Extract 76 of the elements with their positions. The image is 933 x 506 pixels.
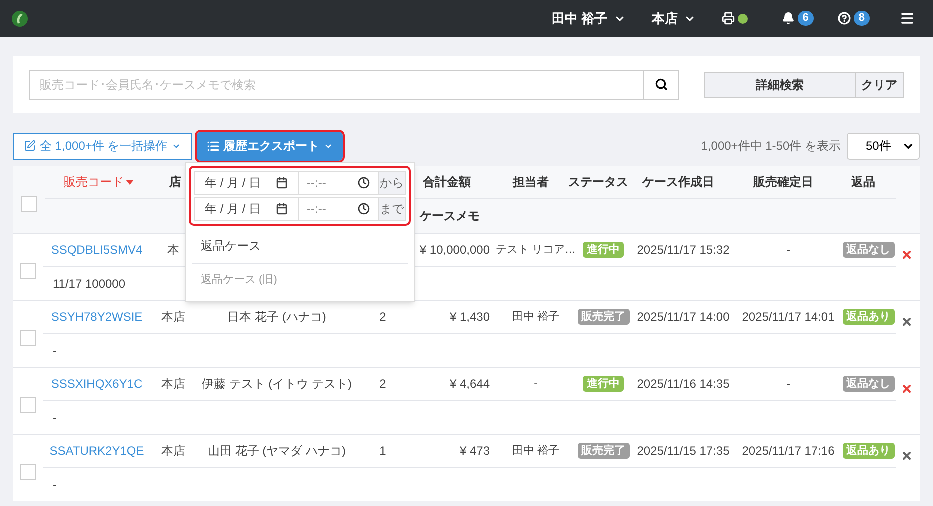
return-badge: 返品あり bbox=[842, 443, 894, 459]
confirmed-date-cell-text: - bbox=[786, 376, 792, 393]
row-checkbox[interactable] bbox=[20, 397, 36, 413]
customer-cell-text: 日本 花子 (ハナコ) bbox=[226, 309, 328, 326]
memo-cell-text: - bbox=[53, 476, 57, 494]
clear-button[interactable]: クリア bbox=[856, 72, 904, 98]
confirmed-date-cell-text: 2025/11/17 14:01 bbox=[741, 309, 836, 326]
amount-cell-text: ¥ 10,000,000 bbox=[418, 242, 491, 259]
status-badge: 進行中 bbox=[583, 242, 624, 258]
status-badge: 販売完了 bbox=[578, 443, 630, 459]
return-badge: 返品なし bbox=[842, 242, 894, 258]
column-header[interactable]: 店 bbox=[170, 173, 182, 191]
printer-icon[interactable] bbox=[722, 12, 735, 25]
column-header[interactable]: 販売確定日 bbox=[754, 173, 814, 191]
quantity-cell-text: 2 bbox=[378, 309, 388, 326]
paging-info: 1,000+件中 1-50件 を表示 bbox=[701, 138, 841, 155]
status-badge: 販売完了 bbox=[578, 309, 630, 325]
column-header[interactable]: 担当者 bbox=[513, 173, 549, 191]
notification-count: 6 bbox=[798, 11, 814, 26]
row-checkbox[interactable] bbox=[20, 330, 36, 346]
staff-cell-text: テスト リコア… bbox=[496, 242, 576, 258]
notification-icon[interactable] bbox=[782, 12, 795, 25]
created-date-cell-text: 2025/11/16 14:35 bbox=[636, 376, 731, 393]
column-header[interactable]: 合計金額 bbox=[423, 173, 471, 191]
list-icon bbox=[206, 140, 220, 152]
page-size-select[interactable]: 50件 bbox=[847, 132, 920, 160]
delete-icon[interactable] bbox=[901, 249, 913, 261]
store-cell-text: 本店 bbox=[160, 309, 186, 326]
search-button[interactable] bbox=[644, 70, 679, 100]
select-all-checkbox[interactable] bbox=[21, 196, 37, 212]
staff-cell-text: 田中 裕子 bbox=[511, 310, 561, 325]
return-badge: 返品なし bbox=[842, 376, 894, 392]
delete-icon[interactable] bbox=[901, 316, 913, 328]
advanced-search-button[interactable]: 詳細検索 bbox=[704, 72, 856, 98]
store-cell-text: 本店 bbox=[160, 443, 186, 460]
memo-cell-text: 11/17 100000 bbox=[53, 276, 126, 292]
confirmed-date-cell-text: 2025/11/17 17:16 bbox=[741, 443, 836, 460]
confirmed-date-cell-text: - bbox=[786, 242, 792, 259]
store-cell-text: 本店 bbox=[160, 376, 186, 393]
created-date-cell-text: 2025/11/15 17:35 bbox=[636, 443, 731, 460]
help-count: 8 bbox=[854, 11, 870, 26]
column-header[interactable]: ステータス bbox=[568, 173, 628, 191]
created-date-cell-text: 2025/11/17 15:32 bbox=[636, 242, 731, 259]
column-header[interactable]: ケース作成日 bbox=[642, 173, 714, 191]
sort-caret-icon bbox=[126, 180, 134, 184]
help-icon[interactable] bbox=[838, 12, 851, 25]
amount-cell-text: ¥ 4,644 bbox=[448, 376, 491, 393]
row-checkbox[interactable] bbox=[20, 263, 36, 279]
customer-cell-text: 山田 花子 (ヤマダ ハナコ) bbox=[207, 443, 347, 460]
user-menu[interactable]: 田中 裕子 bbox=[552, 8, 626, 28]
delete-icon[interactable] bbox=[901, 383, 913, 395]
status-badge: 進行中 bbox=[583, 376, 624, 392]
store-cell-text: 本 bbox=[166, 242, 180, 259]
column-header: ケースメモ bbox=[420, 208, 480, 224]
return-badge: 返品あり bbox=[842, 309, 894, 325]
search-field[interactable]: 販売コード･会員氏名･ケースメモで検索 bbox=[29, 70, 644, 100]
quantity-cell-text: 1 bbox=[378, 443, 388, 460]
column-header[interactable]: 販売コード bbox=[64, 173, 124, 191]
app-logo-icon bbox=[12, 10, 28, 26]
staff-cell-text: 田中 裕子 bbox=[511, 444, 561, 459]
export-menu-item[interactable]: 返品ケース bbox=[192, 229, 408, 263]
customer-cell-text: 伊藤 テスト (イトウ テスト) bbox=[201, 376, 353, 393]
memo-cell-text: - bbox=[53, 410, 57, 426]
edit-icon bbox=[24, 140, 36, 152]
amount-cell-text: ¥ 1,430 bbox=[448, 309, 491, 326]
column-header[interactable]: 返品 bbox=[852, 173, 876, 191]
quantity-cell-text: 2 bbox=[378, 376, 388, 393]
memo-cell-text: - bbox=[53, 342, 57, 360]
row-checkbox[interactable] bbox=[20, 464, 36, 480]
staff-cell-text: - bbox=[533, 376, 539, 392]
search-icon bbox=[654, 78, 668, 91]
menu-icon[interactable] bbox=[900, 11, 915, 26]
delete-icon[interactable] bbox=[901, 450, 913, 462]
amount-cell-text: ¥ 473 bbox=[458, 443, 491, 460]
created-date-cell-text: 2025/11/17 14:00 bbox=[636, 309, 731, 326]
store-menu[interactable]: 本店 bbox=[652, 8, 696, 28]
